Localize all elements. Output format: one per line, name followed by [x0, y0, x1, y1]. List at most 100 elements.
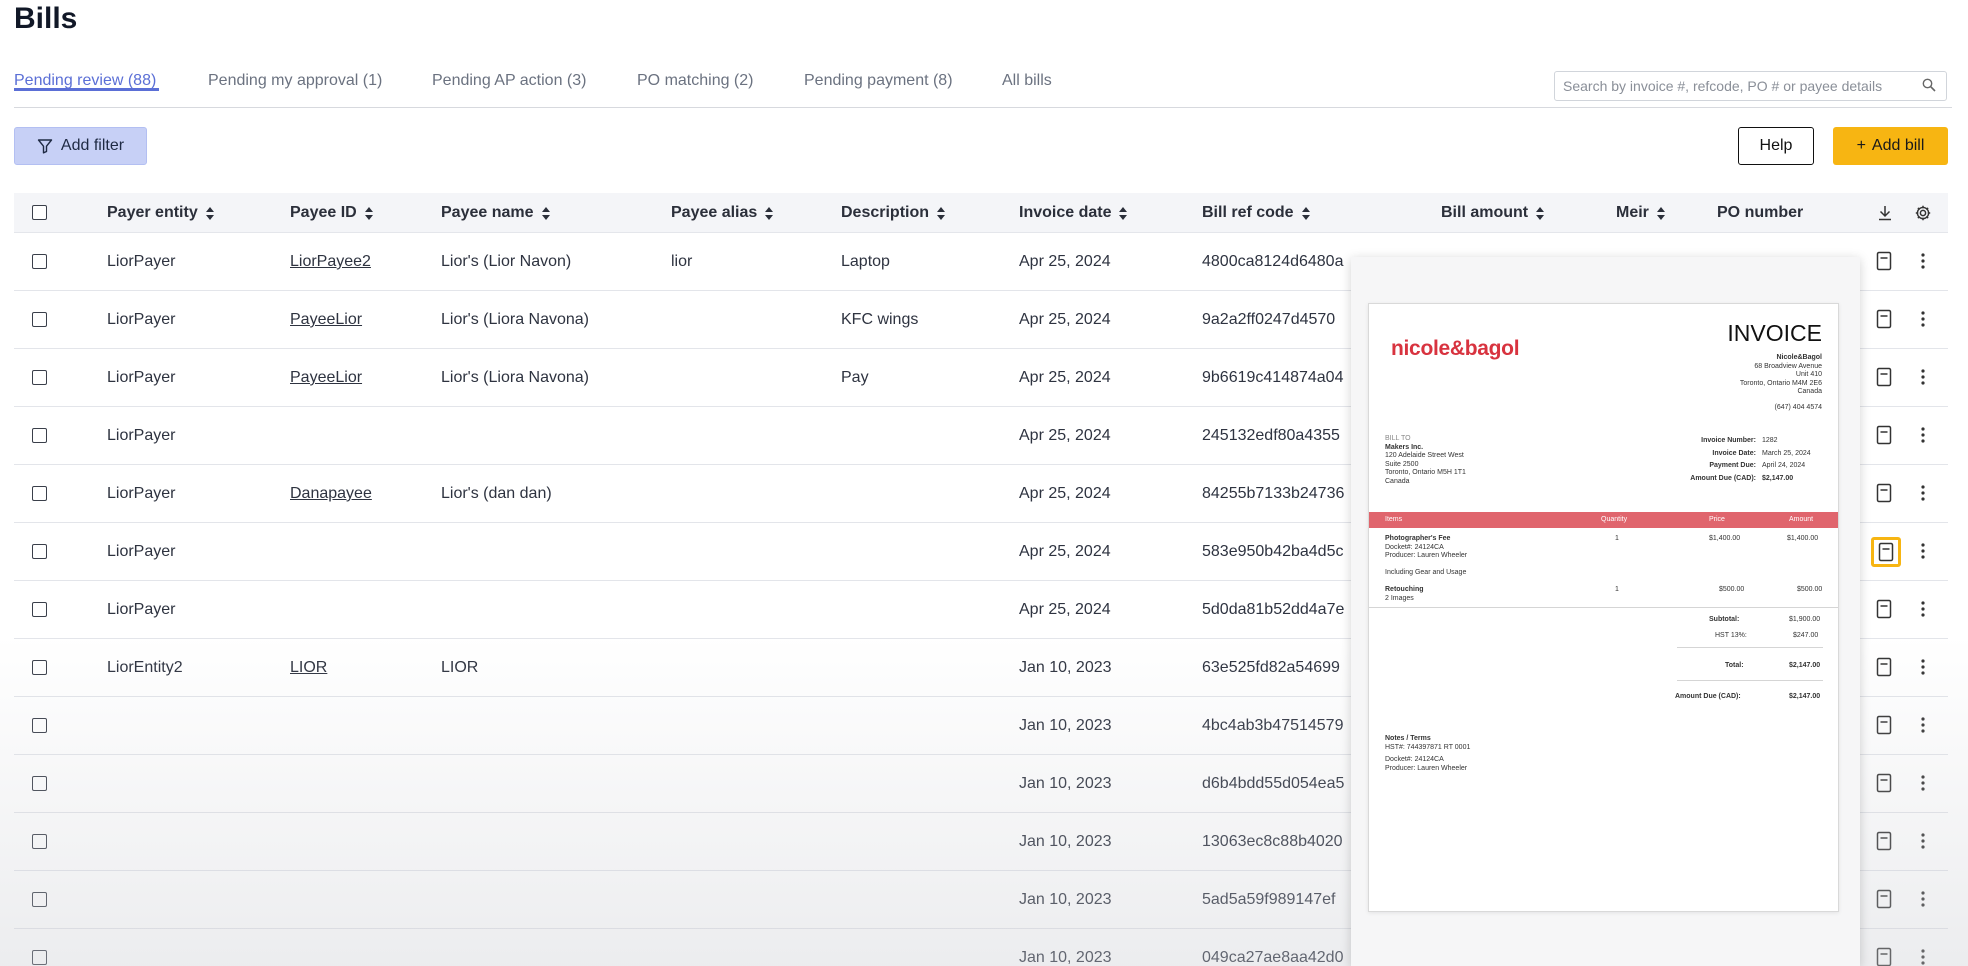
cell-invoice-date: Apr 25, 2024: [1019, 485, 1111, 502]
view-document-icon[interactable]: [1875, 831, 1895, 853]
row-checkbox[interactable]: [32, 428, 47, 443]
view-document-icon[interactable]: [1875, 309, 1895, 331]
column-header-meir[interactable]: Meir: [1616, 204, 1665, 222]
more-options-icon[interactable]: [1918, 946, 1928, 966]
tab-po-matching[interactable]: PO matching (2): [637, 72, 753, 90]
sort-icon: [541, 206, 550, 220]
view-document-icon[interactable]: [1875, 367, 1895, 389]
invoice-item-price: $1,400.00: [1709, 535, 1741, 542]
cell-payee-name: Lior's (dan dan): [441, 485, 552, 502]
row-checkbox[interactable]: [32, 312, 47, 327]
view-document-icon[interactable]: [1875, 483, 1895, 505]
cell-payee-id[interactable]: LIOR: [290, 659, 327, 677]
add-bill-button[interactable]: + Add bill: [1833, 127, 1948, 165]
add-filter-button[interactable]: Add filter: [14, 127, 147, 165]
more-options-icon[interactable]: [1918, 714, 1928, 736]
cell-bill-ref-code: 049ca27ae8aa42d0: [1202, 949, 1344, 966]
more-options-icon[interactable]: [1918, 656, 1928, 678]
column-header-bill-ref-code[interactable]: Bill ref code: [1202, 204, 1310, 222]
cell-payer-entity: LiorPayer: [107, 369, 176, 386]
gear-icon[interactable]: [1914, 204, 1932, 222]
row-checkbox[interactable]: [32, 892, 47, 907]
tab-all-bills[interactable]: All bills: [1002, 72, 1052, 90]
more-options-icon[interactable]: [1918, 366, 1928, 388]
row-checkbox[interactable]: [32, 544, 47, 559]
view-document-icon[interactable]: [1875, 425, 1895, 447]
more-options-icon[interactable]: [1918, 888, 1928, 910]
column-header-description[interactable]: Description: [841, 204, 946, 222]
column-header-invoice-date[interactable]: Invoice date: [1019, 204, 1128, 222]
search-icon[interactable]: [1922, 78, 1936, 92]
invoice-bill-to: BILL TO Makers Inc. 120 Adelaide Street …: [1385, 435, 1466, 485]
divider: [1677, 647, 1823, 648]
cell-payee-id[interactable]: PayeeLior: [290, 369, 362, 387]
tab-pending-review[interactable]: Pending review (88): [14, 72, 159, 91]
row-checkbox[interactable]: [32, 776, 47, 791]
add-filter-label: Add filter: [60, 137, 125, 154]
view-document-icon[interactable]: [1875, 773, 1895, 795]
row-checkbox[interactable]: [32, 370, 47, 385]
cell-payee-id[interactable]: LiorPayee2: [290, 253, 371, 271]
invoice-subtotal-label: Subtotal:: [1709, 616, 1740, 623]
invoice-total-label: Total:: [1725, 662, 1744, 669]
cell-invoice-date: Jan 10, 2023: [1019, 717, 1112, 734]
search-input[interactable]: [1555, 72, 1905, 100]
view-document-icon[interactable]: [1875, 251, 1895, 273]
cell-payee-name: Lior's (Liora Navona): [441, 369, 590, 386]
cell-payee-id[interactable]: Danapayee: [290, 485, 372, 503]
view-document-icon[interactable]: [1875, 657, 1895, 679]
row-checkbox[interactable]: [32, 718, 47, 733]
plus-icon: +: [1856, 137, 1866, 154]
view-document-icon[interactable]: [1871, 537, 1901, 567]
more-options-icon[interactable]: [1918, 250, 1928, 272]
column-header-payee-id[interactable]: Payee ID: [290, 204, 373, 222]
cell-invoice-date: Apr 25, 2024: [1019, 601, 1111, 618]
row-checkbox[interactable]: [32, 602, 47, 617]
more-options-icon[interactable]: [1918, 540, 1928, 562]
cell-bill-ref-code: d6b4bdd55d054ea5: [1202, 775, 1345, 792]
view-document-icon[interactable]: [1875, 889, 1895, 911]
more-options-icon[interactable]: [1918, 308, 1928, 330]
cell-bill-ref-code: 5ad5a59f989147ef: [1202, 891, 1336, 908]
row-checkbox[interactable]: [32, 254, 47, 269]
column-header-po-number[interactable]: PO number: [1717, 204, 1803, 222]
view-document-icon[interactable]: [1875, 599, 1895, 621]
more-options-icon[interactable]: [1918, 482, 1928, 504]
view-document-icon[interactable]: [1875, 947, 1895, 966]
column-header-payer-entity[interactable]: Payer entity: [107, 204, 214, 222]
invoice-item-qty: 1: [1615, 586, 1619, 593]
download-icon[interactable]: [1876, 204, 1894, 222]
sort-icon: [765, 206, 774, 220]
invoice-phone: (647) 404 4574: [1774, 404, 1822, 411]
column-header-payee-alias[interactable]: Payee alias: [671, 204, 774, 222]
sort-icon: [1119, 206, 1128, 220]
invoice-title: INVOICE: [1727, 320, 1822, 346]
cell-invoice-date: Apr 25, 2024: [1019, 311, 1111, 328]
cell-payee-id[interactable]: PayeeLior: [290, 311, 362, 329]
tab-pending-payment[interactable]: Pending payment (8): [804, 72, 953, 90]
select-all-checkbox[interactable]: [32, 205, 47, 220]
row-checkbox[interactable]: [32, 660, 47, 675]
tab-pending-ap-action[interactable]: Pending AP action (3): [432, 72, 586, 90]
divider: [1677, 680, 1823, 681]
table-header: Payer entity Payee ID Payee name Payee a…: [14, 193, 1948, 233]
cell-description: Pay: [841, 369, 869, 386]
column-header-payee-name[interactable]: Payee name: [441, 204, 550, 222]
cell-invoice-date: Jan 10, 2023: [1019, 891, 1112, 908]
help-button[interactable]: Help: [1738, 127, 1814, 165]
cell-payer-entity: LiorPayer: [107, 253, 176, 270]
more-options-icon[interactable]: [1918, 772, 1928, 794]
column-header-bill-amount[interactable]: Bill amount: [1441, 204, 1545, 222]
invoice-item-amount: $1,400.00: [1787, 535, 1819, 542]
invoice-amount-due-value: $2,147.00: [1789, 693, 1821, 700]
row-checkbox[interactable]: [32, 950, 47, 965]
more-options-icon[interactable]: [1918, 598, 1928, 620]
more-options-icon[interactable]: [1918, 424, 1928, 446]
row-checkbox[interactable]: [32, 486, 47, 501]
more-options-icon[interactable]: [1918, 830, 1928, 852]
cell-payer-entity: LiorEntity2: [107, 659, 183, 676]
view-document-icon[interactable]: [1875, 715, 1895, 737]
tab-pending-my-approval[interactable]: Pending my approval (1): [208, 72, 382, 90]
row-checkbox[interactable]: [32, 834, 47, 849]
sort-icon: [1656, 206, 1665, 220]
